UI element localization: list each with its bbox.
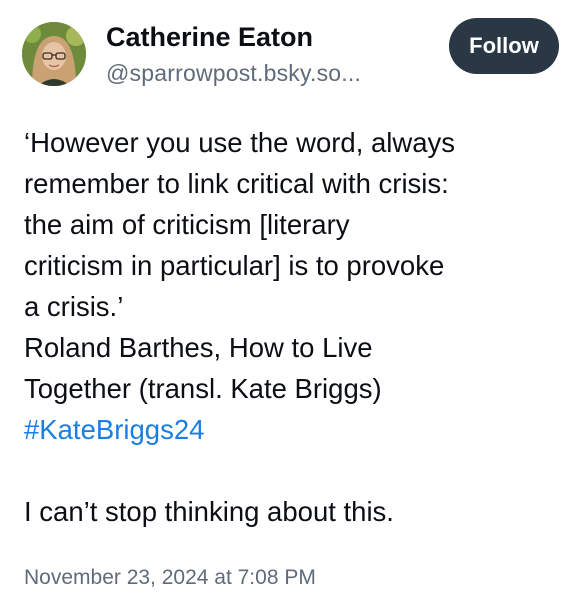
avatar-photo-icon: [22, 22, 86, 86]
follow-button[interactable]: Follow: [449, 18, 559, 74]
author-avatar[interactable]: [22, 22, 86, 86]
post-timestamp[interactable]: November 23, 2024 at 7:08 PM: [24, 566, 316, 590]
post-card: Catherine Eaton @sparrowpost.bsky.so... …: [0, 0, 584, 600]
post-text-line: the aim of criticism [literary: [24, 209, 350, 240]
post-text-line: ‘However you use the word, always: [24, 127, 456, 158]
post-text-line: Together (transl. Kate Briggs): [24, 373, 382, 404]
author-name[interactable]: Catherine Eaton: [106, 22, 313, 53]
author-handle[interactable]: @sparrowpost.bsky.so...: [106, 60, 361, 87]
post-text-line: a crisis.’: [24, 291, 124, 322]
post-text-line: Roland Barthes, How to Live: [24, 332, 373, 363]
post-text-line: criticism in particular] is to provoke: [24, 250, 445, 281]
hashtag-link[interactable]: #KateBriggs24: [24, 409, 569, 450]
post-closing-line: I can’t stop thinking about this.: [24, 496, 394, 527]
post-text: ‘However you use the word, always rememb…: [24, 122, 569, 532]
post-text-line: remember to link critical with crisis:: [24, 168, 449, 199]
